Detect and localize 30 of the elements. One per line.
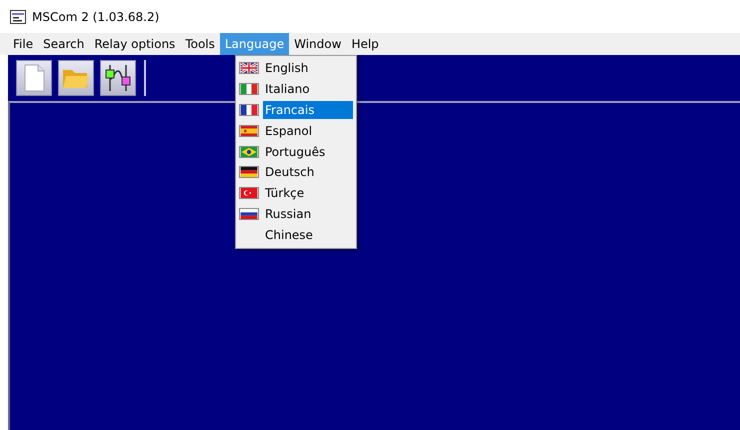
language-option[interactable]: Italiano [263,80,353,98]
language-option[interactable]: Francais [263,100,353,119]
menu-item[interactable]: Search [38,33,90,55]
flag-icon [239,62,259,74]
flag-icon [239,166,259,178]
app-icon [10,10,26,24]
flag-icon [239,208,259,220]
language-option[interactable]: English [263,59,353,78]
document-icon [23,64,45,92]
flag-icon [239,83,259,96]
language-option[interactable]: Russian [263,204,353,223]
relay-button[interactable] [100,60,136,96]
menu-item[interactable]: Help [346,33,384,55]
menu-item[interactable]: File [8,33,38,55]
menu-item[interactable]: Relay options [89,33,180,55]
language-option[interactable]: Chinese [263,226,353,244]
flag-icon [239,104,259,116]
relay-icon [104,63,132,93]
language-option[interactable]: Deutsch [263,163,353,182]
new-file-button[interactable] [16,60,52,96]
flag-icon [239,187,259,200]
menu-item[interactable]: Tools [180,33,220,55]
language-option[interactable]: Espanol [263,122,353,140]
language-option[interactable]: Türkçe [263,184,353,202]
flag-icon [239,124,259,137]
open-folder-button[interactable] [58,60,94,96]
language-option[interactable]: Português [263,142,353,161]
flag-icon [239,146,259,158]
window-title: MSCom 2 (1.03.68.2) [32,10,160,24]
menu-item[interactable]: Window [289,33,346,55]
